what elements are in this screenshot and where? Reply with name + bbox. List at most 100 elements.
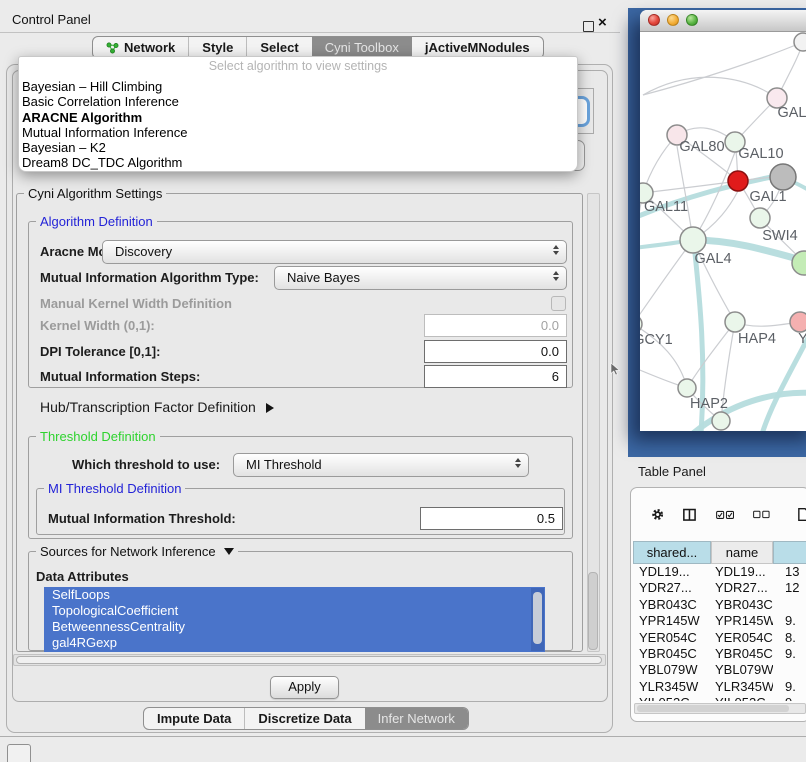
table-row[interactable]: YIL052CYIL052C9 <box>633 695 806 701</box>
network-window-titlebar[interactable] <box>640 10 806 32</box>
table-cell: YER054C <box>711 630 773 646</box>
data-attributes-label: Data Attributes <box>36 565 129 588</box>
hub-section-label: Hub/Transcription Factor Definition <box>40 399 256 415</box>
algorithm-dropdown-popup: Select algorithm to view settings Bayesi… <box>18 56 578 172</box>
tab-label: Style <box>202 40 233 55</box>
bottom-tabbar: Impute DataDiscretize DataInfer Network <box>143 707 469 730</box>
status-divider <box>0 736 806 737</box>
dpi-tolerance-field[interactable] <box>424 340 567 363</box>
bottom-tab-infer-network[interactable]: Infer Network <box>365 708 468 729</box>
table-cell: YBR043C <box>711 597 773 613</box>
algorithm-option-bayesian-k2[interactable]: Bayesian – K2 <box>19 140 577 155</box>
network-node-y[interactable] <box>790 312 806 332</box>
table-cell: 12 <box>773 580 806 596</box>
tab-jactivemnodules[interactable]: jActiveMNodules <box>412 37 543 58</box>
network-node-gal4[interactable] <box>680 227 706 253</box>
table-row[interactable]: YLR345WYLR345W9. <box>633 679 806 695</box>
algorithm-option-mutual-information-inference[interactable]: Mutual Information Inference <box>19 125 577 140</box>
kernel-width-field[interactable] <box>424 314 567 337</box>
zoom-traffic-light-icon[interactable] <box>686 14 698 26</box>
table-panel: shared...name YDL19...YDL19...13YDR27...… <box>630 487 806 722</box>
which-threshold-value: MI Threshold <box>246 454 322 476</box>
table-horizontal-scrollbar[interactable] <box>634 703 806 714</box>
settings-vertical-scrollbar-thumb[interactable] <box>588 572 598 650</box>
close-traffic-light-icon[interactable] <box>648 14 660 26</box>
network-node-hap4[interactable] <box>725 312 745 332</box>
table-row[interactable]: YBL079WYBL079W <box>633 662 806 678</box>
network-edge <box>677 146 693 240</box>
settings-horizontal-scrollbar-thumb[interactable] <box>16 656 602 664</box>
titlebar-divider <box>0 32 620 33</box>
bottom-tab-discretize-data[interactable]: Discretize Data <box>244 708 364 729</box>
split-panel-icon[interactable] <box>683 506 696 524</box>
network-node[interactable] <box>712 412 730 430</box>
attributes-scrollbar-thumb[interactable] <box>533 592 542 644</box>
table-horizontal-scrollbar-thumb[interactable] <box>637 705 789 712</box>
node-label: GAL <box>777 105 806 121</box>
apply-button[interactable]: Apply <box>270 676 339 699</box>
network-node-swi4[interactable] <box>750 208 770 228</box>
algorithm-option-basic-correlation-inference[interactable]: Basic Correlation Inference <box>19 94 577 109</box>
node-label: SWI4 <box>762 228 797 244</box>
tab-select[interactable]: Select <box>246 37 311 58</box>
network-node-gal1[interactable] <box>728 171 748 191</box>
control-panel-title: Control Panel <box>12 8 91 32</box>
mi-type-combo[interactable]: Naive Bayes <box>274 266 567 290</box>
table-cell: YPR145W <box>711 613 773 629</box>
network-node-hap2[interactable] <box>678 379 696 397</box>
aracne-mode-value: Discovery <box>115 241 172 263</box>
tab-network[interactable]: Network <box>93 37 188 58</box>
float-window-icon[interactable] <box>583 21 594 32</box>
sources-title-row[interactable]: Sources for Network Inference <box>36 544 238 559</box>
tab-label: Cyni Toolbox <box>325 40 399 55</box>
minimize-traffic-light-icon[interactable] <box>667 14 679 26</box>
bottom-tab-impute-data[interactable]: Impute Data <box>144 708 244 729</box>
settings-horizontal-scrollbar[interactable] <box>13 654 606 666</box>
hub-section-toggle[interactable]: Hub/Transcription Factor Definition <box>40 397 274 417</box>
algorithm-option-aracne-algorithm[interactable]: ARACNE Algorithm <box>19 110 577 125</box>
column-header[interactable] <box>773 541 806 564</box>
node-label: GAL10 <box>738 146 783 162</box>
data-attribute-item[interactable]: BetweennessCentrality <box>44 619 545 635</box>
checked-columns-icon[interactable] <box>716 509 734 521</box>
table-row[interactable]: YPR145WYPR145W9. <box>633 613 806 629</box>
aracne-mode-combo[interactable]: Discovery <box>102 240 567 264</box>
data-attribute-item[interactable]: gal4RGexp <box>44 635 545 651</box>
data-attribute-item[interactable]: SelfLoops <box>44 587 545 603</box>
manual-kernel-checkbox[interactable] <box>551 296 566 311</box>
table-cell: YBL079W <box>633 662 711 678</box>
table-cell: YBR045C <box>711 646 773 662</box>
unchecked-columns-icon[interactable] <box>753 509 770 520</box>
network-canvas[interactable]: GALGAL80GAL10GAL1GAL11SWI4GAL4GCY1HAP4YH… <box>640 31 806 431</box>
network-edge <box>643 42 803 95</box>
table-row[interactable]: YBR043CYBR043C <box>633 597 806 613</box>
tab-style[interactable]: Style <box>188 37 246 58</box>
mi-type-value: Naive Bayes <box>287 267 360 289</box>
network-node[interactable] <box>770 164 796 190</box>
table-panel-title: Table Panel <box>628 458 806 486</box>
table-row[interactable]: YER054CYER054C8. <box>633 630 806 646</box>
data-attribute-item[interactable]: TopologicalCoefficient <box>44 603 545 619</box>
table-row[interactable]: YDR27...YDR27...12 <box>633 580 806 596</box>
which-threshold-combo[interactable]: MI Threshold <box>233 453 529 477</box>
data-attributes-list[interactable]: SelfLoopsTopologicalCoefficientBetweenne… <box>44 587 545 652</box>
column-header[interactable]: shared... <box>633 541 711 564</box>
corner-button[interactable] <box>7 744 31 762</box>
group-title: MI Threshold Definition <box>44 481 185 496</box>
network-node-gcy1[interactable] <box>640 315 642 333</box>
tab-label: Network <box>124 40 175 55</box>
gear-icon[interactable] <box>651 505 664 524</box>
mi-threshold-field[interactable] <box>420 507 563 530</box>
algorithm-option-bayesian-hill-climbing[interactable]: Bayesian – Hill Climbing <box>19 79 577 94</box>
column-header[interactable]: name <box>711 541 773 564</box>
table-row[interactable]: YBR045CYBR045C9. <box>633 646 806 662</box>
new-table-icon[interactable] <box>798 505 806 524</box>
network-node[interactable] <box>794 33 806 51</box>
table-row[interactable]: YDL19...YDL19...13 <box>633 564 806 580</box>
expand-right-icon <box>266 403 274 413</box>
algorithm-option-dream8-dc-tdc-algorithm[interactable]: Dream8 DC_TDC Algorithm <box>19 155 577 170</box>
mi-steps-field[interactable] <box>424 365 567 388</box>
network-window[interactable]: GALGAL80GAL10GAL1GAL11SWI4GAL4GCY1HAP4YH… <box>640 10 806 431</box>
table-cell: 9. <box>773 613 806 629</box>
tab-cyni-toolbox[interactable]: Cyni Toolbox <box>312 37 412 58</box>
